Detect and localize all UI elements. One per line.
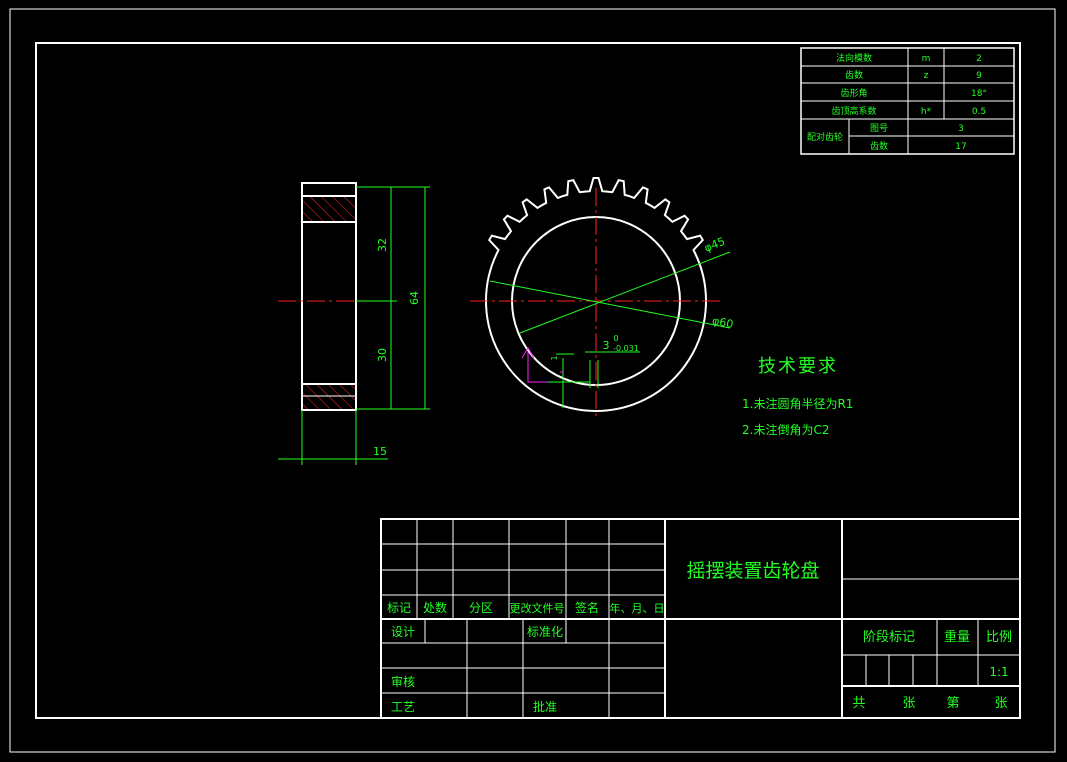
front-dim-root: φ60 [711, 314, 734, 331]
key-tol-nominal: 3 [603, 339, 610, 352]
label-review: 审核 [391, 674, 415, 689]
param-row-4-symbol: h* [921, 107, 932, 117]
front-gear-view: φ45 φ60 0 3 -0.031 1 [470, 177, 734, 420]
param-mating-row-1-value: 3 [958, 124, 964, 134]
rev-header-date: 年、月、日 [610, 601, 665, 615]
sheet-num-label: 第 [946, 696, 959, 711]
param-mating-row-1-label: 图号 [870, 123, 888, 134]
label-standardize: 标准化 [527, 625, 563, 639]
side-dim-width: 15 [373, 445, 387, 458]
sheet-word-1: 张 [902, 696, 915, 711]
param-row-4-value: 0.5 [972, 107, 986, 117]
part-name: 摇摆装置齿轮盘 [686, 560, 819, 582]
param-row-2-value: 9 [976, 71, 982, 81]
param-mating-label: 配对齿轮 [807, 131, 843, 143]
side-section-view: 32 30 64 15 [278, 182, 430, 465]
key-tol-lower: -0.031 [613, 344, 639, 353]
technical-requirements: 技术要求 1.未注圆角半径为R1 2.未注倒角为C2 [742, 356, 853, 437]
param-row-2-label: 齿数 [845, 69, 863, 81]
side-dim-total: 64 [408, 291, 421, 305]
scale-value: 1:1 [989, 665, 1008, 679]
rev-header-count: 处数 [423, 600, 447, 615]
param-mating-row-2-value: 17 [955, 142, 966, 152]
param-row-3-label: 齿形角 [840, 87, 867, 99]
side-dim-lower: 30 [376, 348, 389, 362]
param-row-4-label: 齿顶高系数 [831, 105, 876, 117]
param-row-1-label: 法向模数 [836, 52, 872, 64]
param-row-3-value: 18° [971, 89, 987, 99]
key-tol-upper: 0 [613, 334, 618, 343]
parameter-table: 法向模数 m 2 齿数 z 9 齿形角 18° 齿顶高系数 h* 0.5 配对齿… [800, 47, 1015, 155]
label-design: 设计 [391, 625, 415, 639]
label-process: 工艺 [391, 700, 415, 714]
front-dim-bore: φ45 [702, 235, 727, 255]
label-approve: 批准 [533, 699, 557, 714]
title-block: 摇摆装置齿轮盘 标记 处数 分区 更改文件号 签名 年、月、日 设计 标准化 审… [380, 518, 1021, 719]
label-stage: 阶段标记 [863, 630, 915, 645]
key-small-dim: 1 [550, 355, 559, 360]
sheet-total-label: 共 [852, 696, 865, 711]
rev-header-doc: 更改文件号 [510, 601, 565, 615]
rev-header-mark: 标记 [387, 601, 411, 615]
label-scale: 比例 [986, 630, 1012, 645]
side-hatch-top [302, 196, 356, 222]
param-row-2-symbol: z [924, 71, 929, 81]
tech-item-1: 1.未注圆角半径为R1 [742, 396, 853, 411]
side-hatch-bottom [302, 384, 356, 410]
rev-header-sign: 签名 [575, 600, 599, 615]
cad-drawing-canvas: 法向模数 m 2 齿数 z 9 齿形角 18° 齿顶高系数 h* 0.5 配对齿… [9, 8, 1056, 753]
rev-header-zone: 分区 [469, 601, 493, 615]
param-row-1-symbol: m [922, 54, 931, 64]
side-dim-upper: 32 [376, 238, 389, 252]
label-weight: 重量 [944, 629, 970, 645]
param-row-1-value: 2 [976, 54, 982, 64]
tech-item-2: 2.未注倒角为C2 [742, 422, 829, 437]
param-mating-row-2-label: 齿数 [870, 140, 888, 152]
tech-title: 技术要求 [758, 356, 838, 377]
sheet-word-2: 张 [994, 696, 1007, 711]
